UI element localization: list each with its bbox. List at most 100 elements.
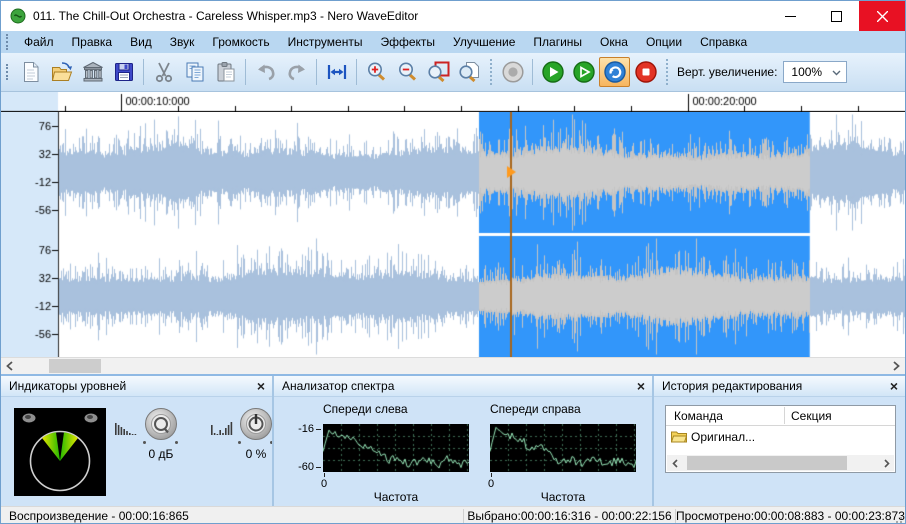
menu-item-windows[interactable]: Окна (591, 32, 637, 52)
pan-knob[interactable] (238, 407, 274, 443)
vu-meter (14, 408, 106, 496)
y-axis-label: -16 (288, 423, 314, 435)
redo-icon (285, 60, 309, 84)
audio-library-icon (81, 60, 105, 84)
redo-button[interactable] (281, 57, 312, 87)
fit-to-window-button[interactable] (321, 57, 352, 87)
waveform-scrollbar[interactable] (1, 357, 905, 374)
stop-button[interactable] (630, 57, 661, 87)
toolbar-separator (316, 59, 317, 85)
save-icon (112, 60, 136, 84)
x-axis-zero: 0 (321, 478, 327, 490)
x-axis-zero: 0 (488, 478, 494, 490)
loop-icon (603, 60, 627, 84)
menu-item-help[interactable]: Справка (691, 32, 756, 52)
audio-library-button[interactable] (77, 57, 108, 87)
axis-tick (491, 473, 492, 477)
folder-icon (671, 431, 687, 443)
zoom-selection-icon (427, 60, 451, 84)
close-panel-button[interactable]: × (637, 377, 645, 395)
toolbar-separator (245, 59, 246, 85)
time-ruler[interactable] (1, 92, 906, 112)
zoom-out-button[interactable] (392, 57, 423, 87)
zoom-document-button[interactable] (454, 57, 485, 87)
zoom-to-selection-button[interactable] (423, 57, 454, 87)
spectrum-analyzer-header: Анализатор спектра × (274, 376, 652, 397)
menu-item-file[interactable]: Файл (15, 32, 63, 52)
open-file-button[interactable] (46, 57, 77, 87)
resize-grip[interactable] (891, 507, 905, 524)
save-button[interactable] (108, 57, 139, 87)
menu-item-options[interactable]: Опции (637, 32, 691, 52)
play-all-button[interactable] (568, 57, 599, 87)
zoom-in-button[interactable] (361, 57, 392, 87)
menubar-grip[interactable] (6, 34, 9, 50)
chevron-left-icon (672, 459, 678, 468)
knob-min-dot (143, 441, 146, 444)
level-indicators-panel: Индикаторы уровней × (1, 376, 272, 506)
cut-button[interactable] (148, 57, 179, 87)
menu-item-plugins[interactable]: Плагины (524, 32, 591, 52)
copy-icon (183, 60, 207, 84)
vu-meter-display (14, 408, 106, 496)
gain-value: 0 дБ (139, 447, 183, 461)
knob-min-dot (238, 441, 241, 444)
scroll-left-button[interactable] (1, 358, 18, 374)
close-button[interactable] (859, 1, 905, 31)
menu-item-tools[interactable]: Инструменты (279, 32, 372, 52)
vertical-zoom-value: 100% (791, 65, 822, 79)
scrollbar-thumb[interactable] (49, 359, 101, 373)
y-axis-label: -60 (288, 461, 314, 473)
column-header-section[interactable]: Секция (791, 409, 832, 423)
undo-button[interactable] (250, 57, 281, 87)
scroll-right-button[interactable] (888, 358, 905, 374)
history-row-original[interactable]: Оригинал... (671, 430, 755, 444)
column-header-command[interactable]: Команда (674, 409, 723, 423)
vertical-zoom-select[interactable]: 100% (783, 61, 847, 83)
axis-tick (324, 473, 325, 477)
level-bars-icon (115, 421, 137, 435)
knob-max-dot (175, 441, 178, 444)
minimize-button[interactable] (767, 1, 813, 31)
menu-item-view[interactable]: Вид (121, 32, 161, 52)
maximize-button[interactable] (813, 1, 859, 31)
menu-bar: ФайлПравкаВидЗвукГромкостьИнструментыЭфф… (1, 31, 905, 53)
paste-icon (214, 60, 238, 84)
loop-button[interactable] (599, 57, 630, 87)
open-file-icon (50, 60, 74, 84)
waveform-canvas[interactable] (1, 112, 906, 357)
paste-button[interactable] (210, 57, 241, 87)
new-file-icon (19, 60, 43, 84)
chevron-down-icon (832, 70, 841, 76)
column-divider[interactable] (784, 407, 785, 424)
menu-item-audio[interactable]: Звук (161, 32, 204, 52)
zoom-out-icon (396, 60, 420, 84)
menu-item-edit[interactable]: Правка (63, 32, 122, 52)
menu-item-volume[interactable]: Громкость (203, 32, 278, 52)
scroll-left-button[interactable] (667, 455, 682, 471)
new-file-button[interactable] (15, 57, 46, 87)
toolbar-grip[interactable] (6, 64, 9, 80)
scrollbar-thumb[interactable] (687, 456, 847, 470)
cut-icon (152, 60, 176, 84)
gain-knob[interactable] (143, 407, 179, 443)
history-list: Команда Секция Оригинал... (665, 405, 896, 473)
toolbar-separator-dotted (490, 59, 492, 85)
toolbar: Верт. увеличение: 100% (1, 53, 905, 92)
panel-title: История редактирования (662, 379, 802, 393)
axis-tick (316, 467, 321, 468)
status-bar: Воспроизведение - 00:00:16:865 Выбрано:0… (1, 506, 905, 524)
scroll-right-button[interactable] (879, 455, 894, 471)
menu-item-effects[interactable]: Эффекты (371, 32, 444, 52)
fit-width-icon (325, 60, 349, 84)
history-scrollbar[interactable] (667, 455, 894, 471)
copy-button[interactable] (179, 57, 210, 87)
play-button[interactable] (537, 57, 568, 87)
close-panel-button[interactable]: × (890, 377, 898, 395)
close-icon (877, 11, 888, 22)
close-panel-button[interactable]: × (257, 377, 265, 395)
menu-item-enhancement[interactable]: Улучшение (444, 32, 524, 52)
play-all-icon (572, 60, 596, 84)
record-button[interactable] (497, 57, 528, 87)
spectrum-left-title: Спереди слева (323, 402, 408, 416)
